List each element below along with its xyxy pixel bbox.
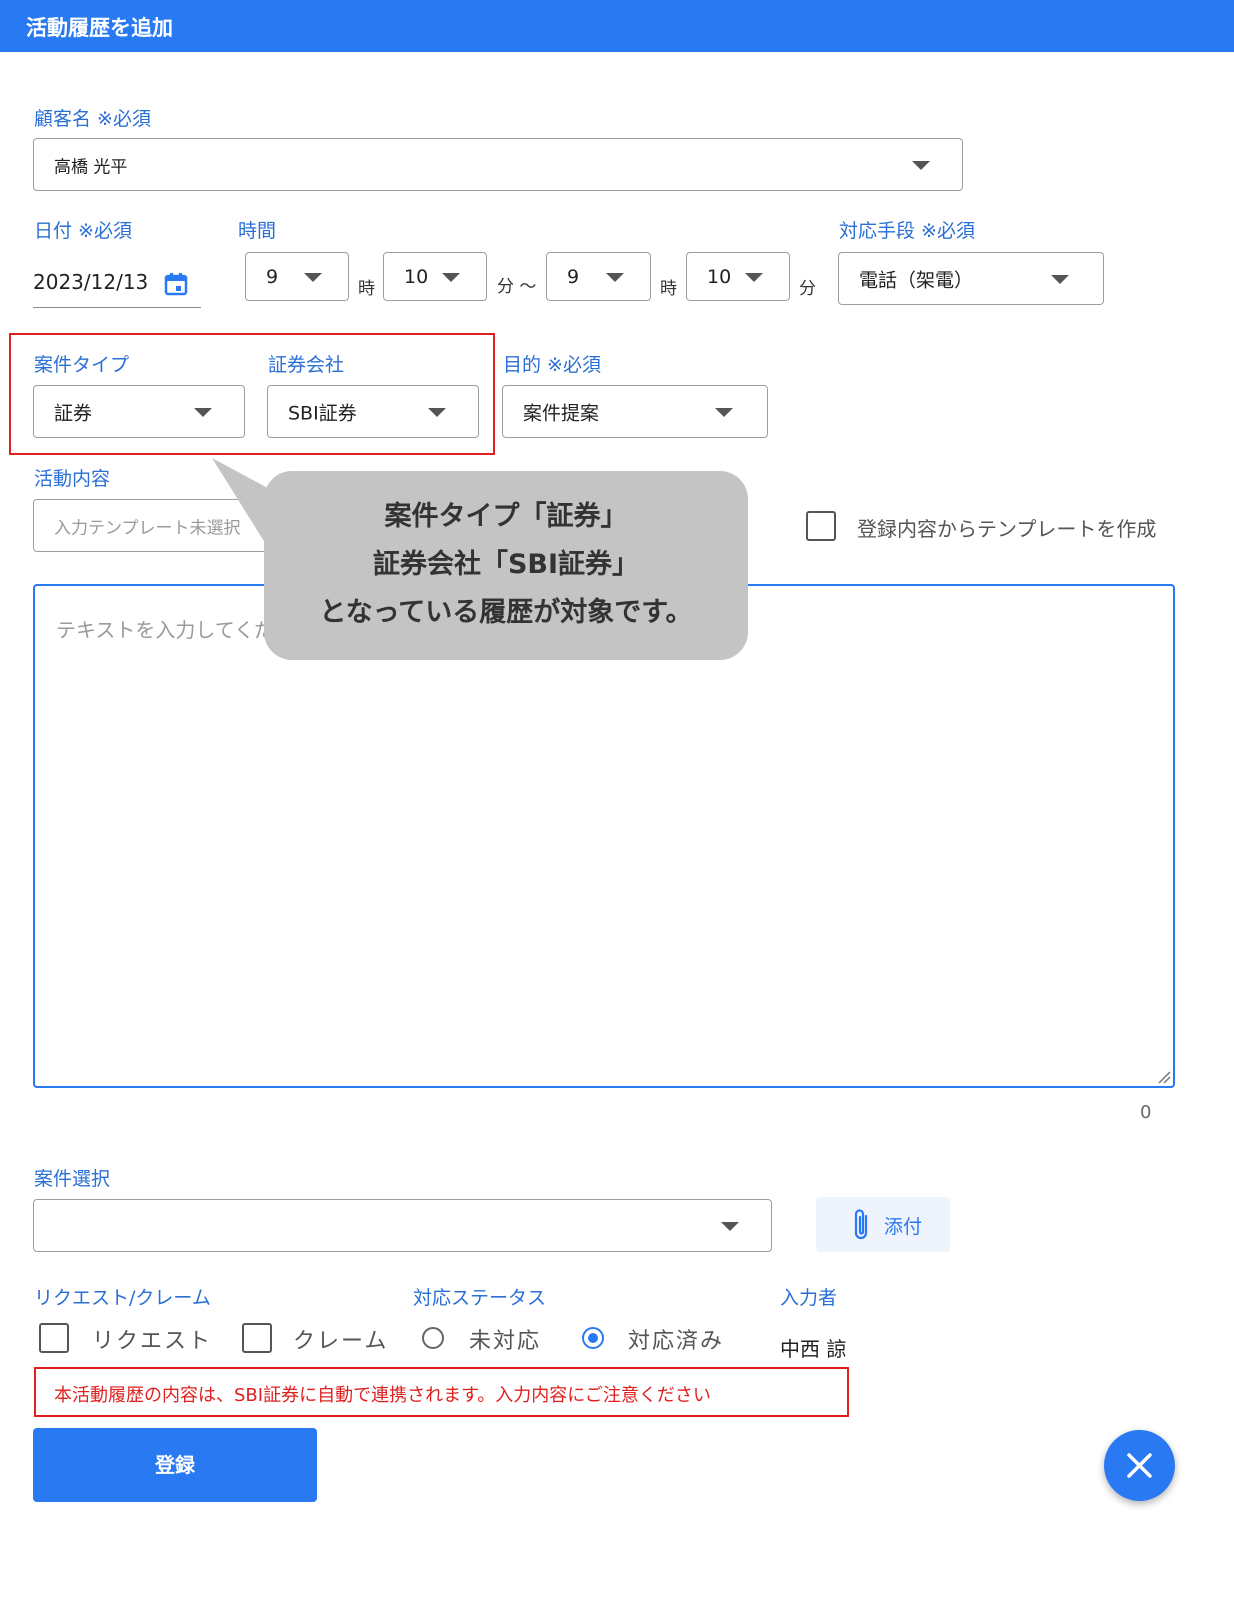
- dialog-title: 活動履歴を追加: [26, 16, 173, 40]
- customer-label: 顧客名 ※必須: [34, 108, 151, 130]
- date-field[interactable]: 2023/12/13: [33, 262, 201, 308]
- char-count: 0: [1140, 1102, 1152, 1123]
- chevron-down-icon: [1051, 274, 1069, 284]
- claim-option-label: クレーム: [293, 1329, 389, 1354]
- date-value: 2023/12/13: [33, 270, 149, 294]
- attach-label: 添付: [884, 1216, 923, 1238]
- request-label: リクエスト/クレーム: [34, 1287, 211, 1309]
- callout-bubble: 案件タイプ「証券」 証券会社「SBI証券」 となっている履歴が対象です。: [264, 471, 748, 660]
- template-create-label: 登録内容からテンプレートを作成: [857, 517, 1157, 541]
- attach-button[interactable]: 添付: [816, 1197, 950, 1252]
- status-radio-done[interactable]: [582, 1327, 604, 1349]
- method-value: 電話（架電）: [859, 269, 974, 291]
- close-icon: [1127, 1453, 1152, 1478]
- purpose-label: 目的 ※必須: [503, 354, 601, 376]
- end-hour-value: 9: [567, 265, 580, 288]
- purpose-select[interactable]: 案件提案: [502, 385, 768, 438]
- method-select[interactable]: 電話（架電）: [838, 252, 1104, 305]
- chevron-down-icon: [606, 272, 624, 282]
- status-radio-pending[interactable]: [422, 1327, 444, 1349]
- purpose-value: 案件提案: [523, 402, 600, 424]
- case-select[interactable]: [33, 1199, 772, 1252]
- chevron-down-icon: [194, 407, 212, 417]
- securities-value: SBI証券: [288, 402, 357, 424]
- customer-select[interactable]: 高橋 光平: [33, 138, 963, 191]
- start-minute-select[interactable]: 10: [383, 252, 487, 301]
- request-checkbox[interactable]: [39, 1323, 69, 1353]
- submit-button[interactable]: 登録: [33, 1428, 317, 1502]
- status-label: 対応ステータス: [413, 1287, 547, 1309]
- customer-value: 高橋 光平: [54, 157, 128, 177]
- end-minute-unit: 分: [799, 279, 816, 299]
- method-label: 対応手段 ※必須: [839, 220, 975, 242]
- activity-label: 活動内容: [34, 468, 111, 490]
- status-done-label: 対応済み: [628, 1329, 725, 1354]
- end-minute-select[interactable]: 10: [686, 252, 790, 301]
- case-type-label: 案件タイプ: [34, 354, 130, 376]
- time-label: 時間: [238, 220, 277, 242]
- inputter-value: 中西 諒: [780, 1337, 847, 1361]
- chevron-down-icon: [912, 160, 930, 170]
- case-type-select[interactable]: 証券: [33, 385, 245, 438]
- securities-select[interactable]: SBI証券: [267, 385, 479, 438]
- chevron-down-icon: [721, 1221, 739, 1231]
- inputter-label: 入力者: [780, 1287, 838, 1309]
- header-bar: [0, 0, 1234, 52]
- chevron-down-icon: [428, 407, 446, 417]
- chevron-down-icon: [745, 272, 763, 282]
- notice-box: 本活動履歴の内容は、SBI証券に自動で連携されます。入力内容にご注意ください: [34, 1367, 849, 1417]
- end-hour-unit: 時: [660, 279, 677, 299]
- callout-line-3: となっている履歴が対象です。: [319, 597, 693, 628]
- start-hour-value: 9: [266, 265, 279, 288]
- start-minute-value: 10: [404, 265, 429, 288]
- minute-unit-tilde: 分 〜: [497, 277, 537, 297]
- start-hour-select[interactable]: 9: [245, 252, 349, 301]
- chevron-down-icon: [304, 272, 322, 282]
- end-minute-value: 10: [707, 265, 732, 288]
- hour-unit: 時: [358, 279, 375, 299]
- resize-handle-icon[interactable]: [1157, 1070, 1171, 1084]
- callout-line-2: 証券会社「SBI証券」: [372, 549, 640, 580]
- date-label: 日付 ※必須: [34, 220, 132, 242]
- case-select-label: 案件選択: [34, 1168, 111, 1190]
- callout-line-1: 案件タイプ「証券」: [384, 501, 628, 532]
- securities-label: 証券会社: [268, 354, 345, 376]
- claim-checkbox[interactable]: [242, 1323, 272, 1353]
- template-create-checkbox[interactable]: [806, 511, 836, 541]
- chevron-down-icon: [442, 272, 460, 282]
- notice-text: 本活動履歴の内容は、SBI証券に自動で連携されます。入力内容にご注意ください: [54, 1385, 711, 1406]
- case-type-value: 証券: [54, 402, 93, 424]
- chevron-down-icon: [715, 407, 733, 417]
- request-option-label: リクエスト: [92, 1329, 213, 1354]
- status-pending-label: 未対応: [469, 1329, 542, 1354]
- calendar-icon[interactable]: [164, 272, 188, 296]
- end-hour-select[interactable]: 9: [546, 252, 651, 301]
- paperclip-icon: [854, 1209, 868, 1240]
- close-button[interactable]: [1104, 1430, 1175, 1501]
